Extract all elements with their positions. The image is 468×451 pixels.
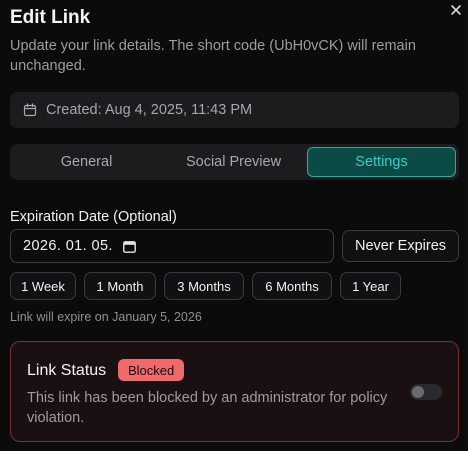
dialog-title: Edit Link bbox=[10, 7, 91, 28]
preset-1-week-button[interactable]: 1 Week bbox=[10, 272, 76, 300]
preset-6-months-button[interactable]: 6 Months bbox=[252, 272, 332, 300]
expiration-date-value: 2026. 01. 05. bbox=[23, 238, 113, 254]
toggle-knob bbox=[412, 386, 424, 398]
created-text: Created: Aug 4, 2025, 11:43 PM bbox=[46, 102, 253, 118]
expiration-date-input[interactable]: 2026. 01. 05. bbox=[10, 229, 334, 263]
expiration-date-label: Expiration Date (Optional) bbox=[10, 209, 177, 225]
close-button[interactable] bbox=[448, 2, 464, 18]
status-badge: Blocked bbox=[118, 359, 185, 381]
link-status-description: This link has been blocked by an adminis… bbox=[27, 390, 388, 426]
expiration-hint: Link will expire on January 5, 2026 bbox=[10, 310, 202, 324]
preset-3-months-button[interactable]: 3 Months bbox=[164, 272, 244, 300]
link-status-toggle[interactable] bbox=[410, 384, 442, 400]
never-expires-button[interactable]: Never Expires bbox=[342, 230, 459, 262]
calendar-icon bbox=[23, 103, 37, 117]
dialog-description: Update your link details. The short code… bbox=[10, 38, 416, 74]
preset-1-year-button[interactable]: 1 Year bbox=[340, 272, 401, 300]
tab-bar: General Social Preview Settings bbox=[10, 144, 459, 180]
link-status-card: Link Status Blocked This link has been b… bbox=[10, 341, 459, 442]
calendar-picker-icon[interactable] bbox=[122, 240, 136, 253]
created-info: Created: Aug 4, 2025, 11:43 PM bbox=[10, 92, 459, 128]
tab-general[interactable]: General bbox=[13, 147, 160, 177]
preset-1-month-button[interactable]: 1 Month bbox=[84, 272, 156, 300]
tab-settings[interactable]: Settings bbox=[307, 147, 456, 177]
close-icon bbox=[451, 5, 461, 15]
tab-social-preview[interactable]: Social Preview bbox=[160, 147, 307, 177]
link-status-title: Link Status bbox=[27, 362, 107, 379]
